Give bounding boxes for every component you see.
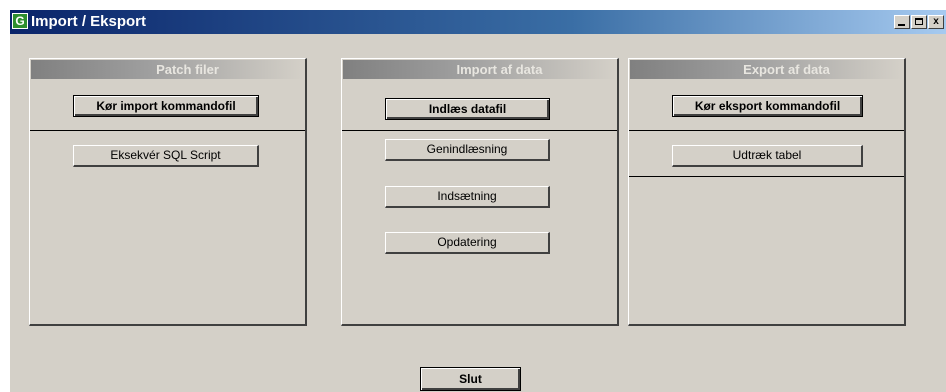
extract-table-button[interactable]: Udtræk tabel: [672, 145, 863, 167]
maximize-button[interactable]: [911, 15, 927, 29]
reload-button[interactable]: Genindlæsning: [385, 139, 550, 161]
divider: [629, 130, 904, 131]
panel-header: Patch filer: [31, 60, 304, 79]
divider: [342, 130, 617, 131]
minimize-button[interactable]: [894, 15, 910, 29]
window-title: Import / Eksport: [31, 13, 147, 30]
divider: [629, 176, 904, 177]
title-bar[interactable]: G Import / Eksport x: [10, 10, 946, 34]
panel-title: Export af data: [743, 62, 830, 77]
load-data-file-button[interactable]: Indlæs datafil: [385, 98, 550, 120]
run-import-command-file-button[interactable]: Kør import kommandofil: [73, 95, 259, 117]
panel-header: Export af data: [630, 60, 903, 79]
run-export-command-file-button[interactable]: Kør eksport kommandofil: [672, 95, 863, 117]
panel-header: Import af data: [343, 60, 616, 79]
close-button[interactable]: x: [928, 15, 944, 29]
divider: [30, 130, 305, 131]
panel-patch-filer: Patch filer Kør import kommandofil Eksek…: [29, 58, 307, 326]
panel-title: Import af data: [456, 62, 543, 77]
panel-import-af-data: Import af data Indlæs datafil Genindlæsn…: [341, 58, 619, 326]
exit-button[interactable]: Slut: [420, 367, 521, 391]
panel-title: Patch filer: [156, 62, 219, 77]
execute-sql-script-button[interactable]: Eksekvér SQL Script: [73, 145, 259, 167]
close-icon: x: [933, 16, 939, 27]
minimize-icon: [898, 24, 905, 26]
update-button[interactable]: Opdatering: [385, 232, 550, 254]
app-icon: G: [12, 13, 28, 29]
insert-button[interactable]: Indsætning: [385, 186, 550, 208]
import-export-window: G Import / Eksport x Patch filer Kør imp…: [10, 10, 946, 392]
panel-export-af-data: Export af data Kør eksport kommandofil U…: [628, 58, 906, 326]
maximize-icon: [915, 18, 923, 25]
